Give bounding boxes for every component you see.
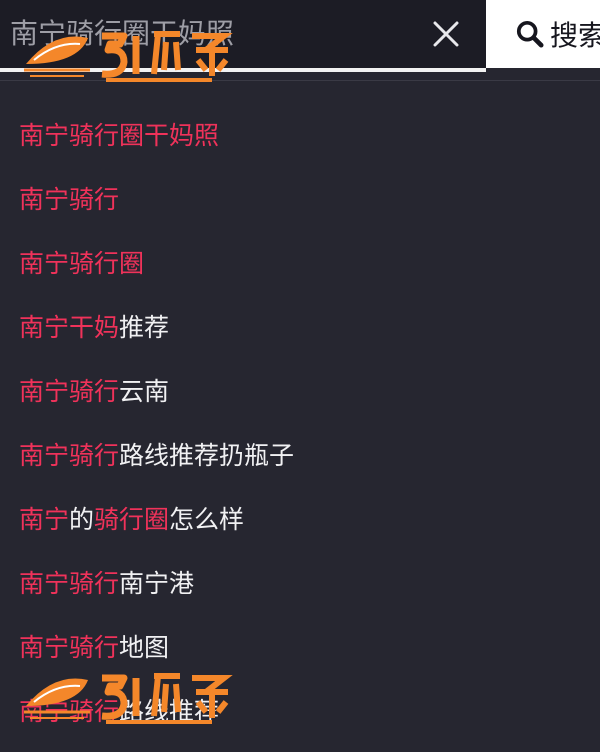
- suggestion-match-text: 南宁骑行: [19, 569, 120, 598]
- search-input-underline: [0, 68, 486, 72]
- suggestion-item[interactable]: 南宁骑行路线推荐: [0, 680, 600, 744]
- suggestion-match-text: 南宁干妈: [19, 313, 120, 342]
- suggestion-list: 南宁骑行圈干妈照 南宁骑行 南宁骑行圈 南宁干妈推荐 南宁骑行云南 南宁骑行路线推荐扔瓶子…: [0, 104, 600, 744]
- close-icon: [433, 21, 459, 47]
- suggestion-match-text: 南宁骑行圈: [19, 249, 145, 278]
- suggestion-item[interactable]: 南宁干妈推荐: [0, 296, 600, 360]
- suggestion-match-text: 南宁骑行圈干妈照: [19, 121, 220, 150]
- suggestion-match-text: 南宁骑行: [19, 441, 120, 470]
- search-input[interactable]: [0, 0, 486, 68]
- magnifier-icon: [516, 20, 544, 48]
- suggestion-text: 的: [69, 505, 95, 534]
- suggestion-text: 路线推荐: [119, 697, 220, 726]
- suggestion-item[interactable]: 南宁骑行云南: [0, 360, 600, 424]
- suggestion-match-text: 南宁: [19, 505, 70, 534]
- suggestion-item[interactable]: 南宁的骑行圈怎么样: [0, 488, 600, 552]
- suggestion-item[interactable]: 南宁骑行南宁港: [0, 552, 600, 616]
- suggestion-text: 云南: [119, 377, 170, 406]
- divider: [0, 80, 600, 81]
- suggestion-item[interactable]: 南宁骑行: [0, 168, 600, 232]
- suggestion-item[interactable]: 南宁骑行地图: [0, 616, 600, 680]
- suggestion-item[interactable]: 南宁骑行圈: [0, 232, 600, 296]
- suggestion-text: 南宁港: [119, 569, 195, 598]
- suggestion-text: 推荐: [119, 313, 170, 342]
- suggestion-item[interactable]: 南宁骑行路线推荐扔瓶子: [0, 424, 600, 488]
- suggestion-text: 路线推荐扔瓶子: [119, 441, 295, 470]
- search-button-label: 搜索: [549, 19, 600, 52]
- suggestion-match-text: 南宁骑行: [19, 185, 120, 214]
- clear-search-button[interactable]: [422, 10, 470, 58]
- suggestion-item[interactable]: 南宁骑行圈干妈照: [0, 104, 600, 168]
- suggestion-text: 地图: [119, 633, 170, 662]
- suggestion-match-text: 南宁骑行: [19, 377, 120, 406]
- search-button[interactable]: 搜索: [486, 0, 600, 68]
- suggestion-match-text: 南宁骑行: [19, 633, 120, 662]
- suggestion-match-text: 骑行圈: [94, 505, 170, 534]
- suggestion-match-text: 南宁骑行: [19, 697, 120, 726]
- suggestion-text: 怎么样: [169, 505, 245, 534]
